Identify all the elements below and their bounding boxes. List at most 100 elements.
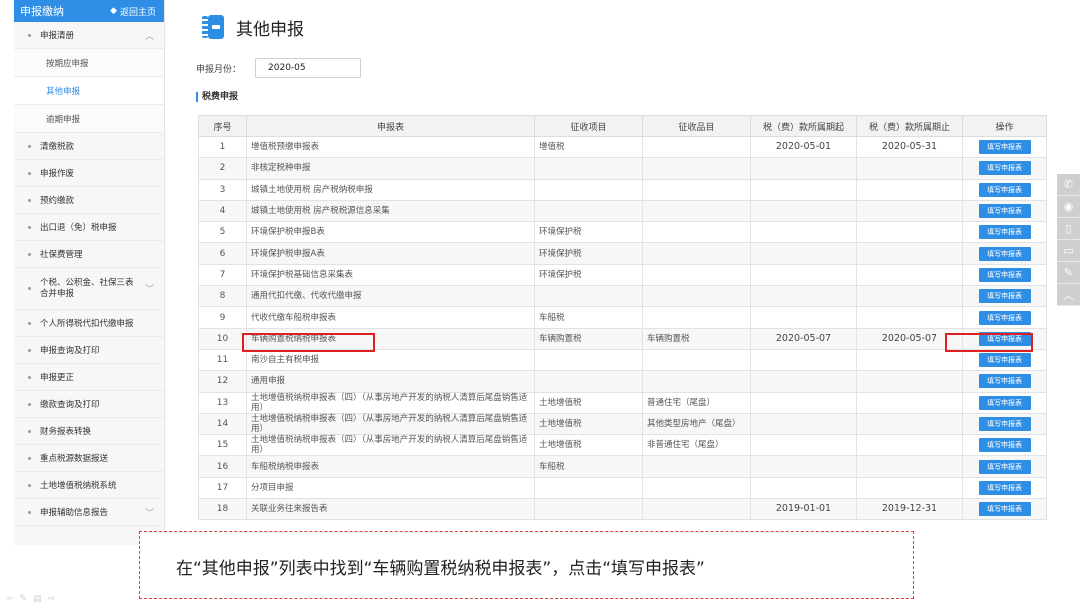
arrow-left-icon[interactable]: ⇦	[6, 594, 14, 604]
wechat-icon[interactable]: ✆	[1057, 174, 1080, 196]
levy-item	[534, 370, 643, 393]
sidebar-subitem-periodic[interactable]: 按期应申报	[14, 49, 164, 77]
row-number: 4	[198, 199, 247, 223]
table-row: 4 城镇土地使用税 房产税税源信息采集 填写申报表	[198, 199, 1047, 223]
action-cell: 填写申报表	[962, 157, 1047, 180]
sidebar-item[interactable]: 缴款查询及打印	[14, 391, 164, 418]
sidebar-item[interactable]: 申报查询及打印	[14, 337, 164, 364]
form-name: 土地增值税纳税申报表（四）（从事房地产开发的纳税人清算后尾盘销售适用）	[246, 391, 535, 414]
sidebar-item[interactable]: 清缴税款	[14, 133, 164, 160]
period-end	[856, 370, 963, 393]
levy-item: 车船税	[534, 306, 643, 329]
period-start	[750, 455, 857, 478]
sidebar-item[interactable]: 申报更正	[14, 364, 164, 391]
list-icon[interactable]: ▤	[33, 594, 42, 604]
fill-form-button[interactable]: 填写申报表	[978, 140, 1031, 155]
period-end	[856, 348, 963, 372]
chevron-down-icon: ﹀	[144, 508, 154, 519]
fill-form-button[interactable]: 填写申报表	[978, 502, 1031, 517]
bullet-icon	[28, 33, 31, 37]
fill-form-button[interactable]: 填写申报表	[978, 459, 1031, 474]
tablet-icon[interactable]: ▭	[1057, 240, 1080, 262]
table-row: 13 土地增值税纳税申报表（四）（从事房地产开发的纳税人清算后尾盘销售适用） 土地增…	[198, 391, 1047, 414]
form-name: 通用申报	[246, 370, 535, 393]
arrow-right-icon[interactable]: ⇨	[48, 594, 56, 604]
levy-item	[534, 157, 643, 180]
back-to-top-icon[interactable]: ︿	[1057, 284, 1080, 306]
levy-subitem: 普通住宅（尾盘）	[642, 391, 751, 414]
fill-form-button[interactable]: 填写申报表	[978, 161, 1031, 176]
sidebar-item[interactable]: 重点税源数据报送	[14, 445, 164, 472]
sidebar-title: 申报缴纳	[20, 5, 64, 18]
fill-form-button[interactable]: 填写申报表	[978, 374, 1031, 389]
levy-subitem	[642, 263, 751, 287]
sidebar-subitem-other[interactable]: 其他申报	[14, 77, 164, 105]
edit-icon[interactable]: ✎	[1057, 262, 1080, 284]
sidebar-item[interactable]: 土地增值税纳税系统	[14, 472, 164, 499]
action-cell: 填写申报表	[962, 455, 1047, 478]
sidebar-item-declaration-list[interactable]: 申报清册 ︿	[14, 22, 164, 49]
action-cell: 填写申报表	[962, 242, 1047, 265]
fill-form-button[interactable]: 填写申报表	[978, 225, 1031, 240]
sidebar-item[interactable]: 社保费管理	[14, 241, 164, 268]
chevron-up-icon: ︿	[144, 31, 154, 42]
period-input[interactable]: 2020-05	[255, 58, 362, 78]
levy-item: 土地增值税	[534, 434, 643, 457]
action-cell: 填写申报表	[962, 178, 1047, 201]
bullet-icon	[28, 402, 31, 406]
sidebar-item[interactable]: 预约缴款	[14, 187, 164, 214]
row-number: 12	[198, 370, 247, 393]
period-end	[856, 391, 963, 414]
sidebar-item[interactable]: 个税、公积金、社保三表 合并申报 ﹀	[14, 268, 164, 310]
highlight-fill-button	[945, 333, 1033, 352]
fill-form-button[interactable]: 填写申报表	[978, 353, 1031, 368]
action-cell: 填写申报表	[962, 348, 1047, 372]
bullet-icon	[28, 287, 31, 290]
column-header: 税（费）款所属期止	[856, 115, 963, 137]
levy-item	[534, 199, 643, 223]
sidebar-item[interactable]: 财务报表转换	[14, 418, 164, 445]
bullet-icon	[28, 429, 31, 433]
fill-form-button[interactable]: 填写申报表	[978, 182, 1031, 197]
fill-form-button[interactable]: 填写申报表	[978, 310, 1031, 325]
fill-form-button[interactable]: 填写申报表	[978, 438, 1031, 453]
sidebar-item[interactable]: 申报作废	[14, 160, 164, 187]
period-start	[750, 263, 857, 287]
levy-subitem	[642, 157, 751, 180]
fill-form-button[interactable]: 填写申报表	[978, 480, 1031, 495]
bullet-icon	[28, 483, 31, 487]
period-end	[856, 434, 963, 457]
fill-form-button[interactable]: 填写申报表	[978, 289, 1031, 304]
fill-form-button[interactable]: 填写申报表	[978, 246, 1031, 261]
period-end	[856, 285, 963, 308]
sidebar-subitem-overdue[interactable]: 逾期申报	[14, 105, 164, 133]
fill-form-button[interactable]: 填写申报表	[978, 267, 1031, 282]
period-end	[856, 199, 963, 223]
sidebar-item[interactable]: 出口退（免）税申报	[14, 214, 164, 241]
sidebar-item[interactable]: 申报辅助信息报告 ﹀	[14, 499, 164, 526]
table-row: 16 车船税纳税申报表 车船税 填写申报表	[198, 455, 1047, 478]
column-header: 序号	[198, 115, 247, 137]
period-end	[856, 263, 963, 287]
row-number: 2	[198, 157, 247, 180]
form-name: 南沙自主有税申报	[246, 348, 535, 372]
row-number: 1	[198, 135, 247, 159]
form-name: 非核定税种申报	[246, 157, 535, 180]
row-number: 11	[198, 348, 247, 372]
sidebar-item[interactable]: 个人所得税代扣代缴申报	[14, 310, 164, 337]
period-end	[856, 178, 963, 201]
levy-subitem	[642, 199, 751, 223]
mobile-icon[interactable]: ▯	[1057, 218, 1080, 240]
fill-form-button[interactable]: 填写申报表	[978, 204, 1031, 219]
fill-form-button[interactable]: 填写申报表	[978, 417, 1031, 431]
back-home-link[interactable]: ◆ 返回主页	[110, 5, 156, 18]
document-icon	[202, 14, 224, 40]
bullet-icon	[28, 225, 31, 229]
levy-subitem	[642, 221, 751, 244]
sidebar-header: 申报缴纳 ◆ 返回主页	[14, 0, 164, 22]
pencil-icon[interactable]: ✎	[20, 594, 28, 604]
weibo-icon[interactable]: ◉	[1057, 196, 1080, 218]
bullet-icon	[28, 198, 31, 202]
period-start	[750, 306, 857, 329]
fill-form-button[interactable]: 填写申报表	[978, 395, 1031, 410]
